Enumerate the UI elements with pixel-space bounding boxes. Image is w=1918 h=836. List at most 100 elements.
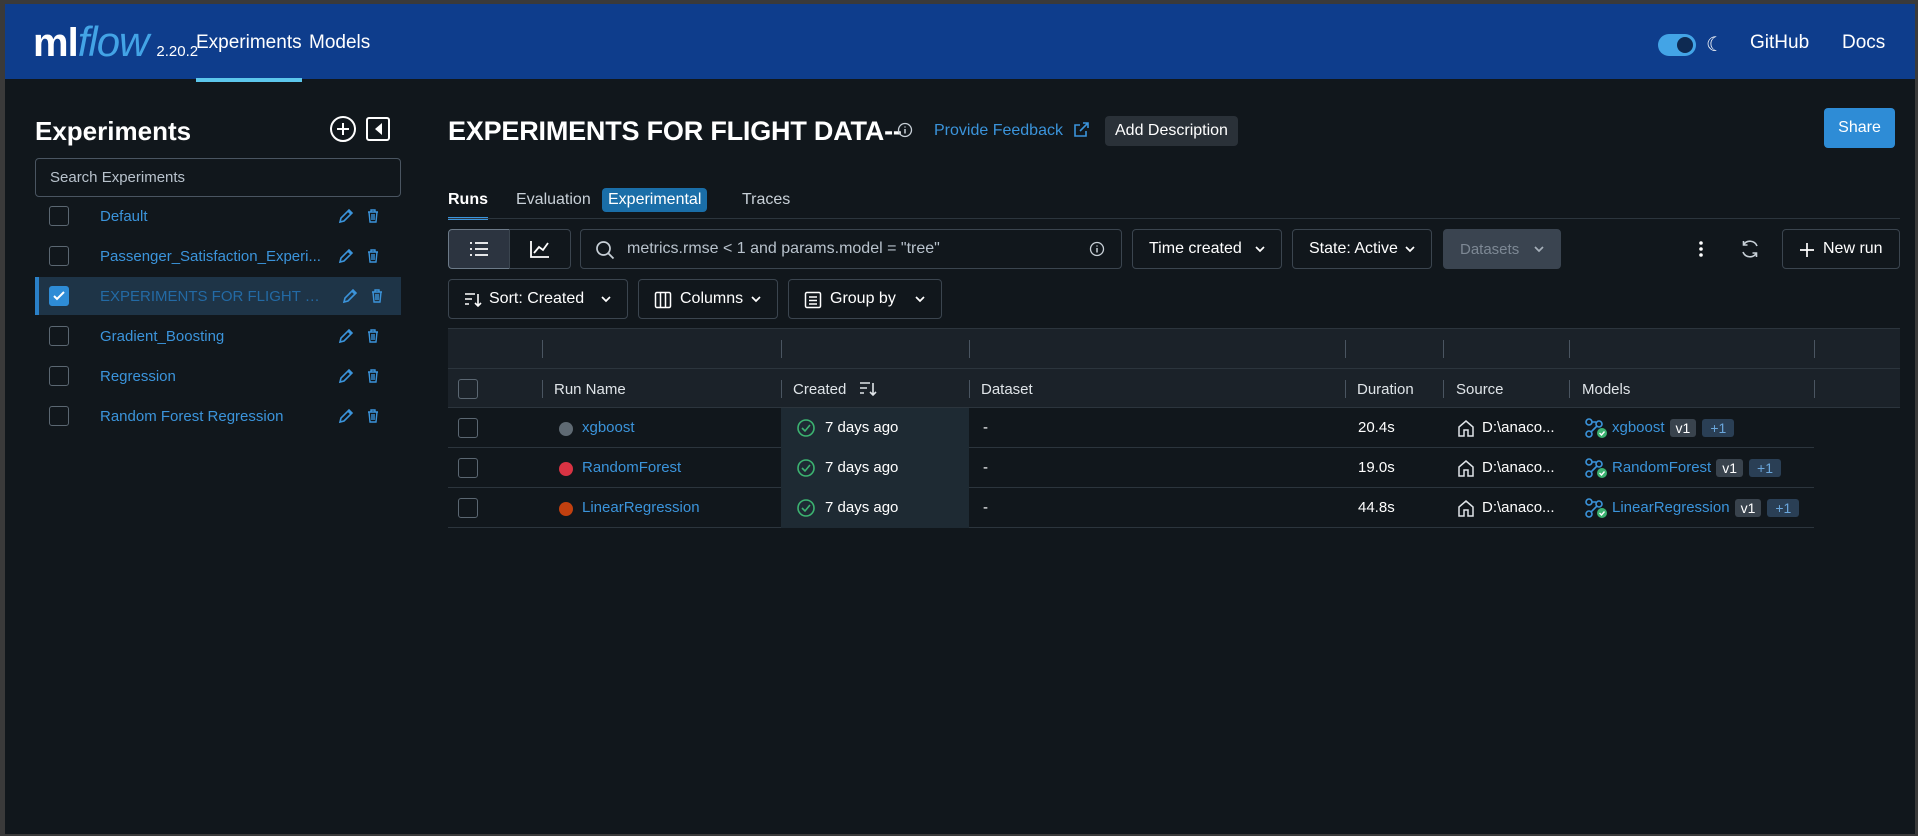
trash-icon[interactable] (365, 248, 381, 264)
check-icon (53, 291, 65, 301)
header-duration[interactable]: Duration (1357, 381, 1414, 398)
sidebar-item-random-forest-regression[interactable]: Random Forest Regression (35, 397, 401, 435)
pencil-icon[interactable] (337, 367, 355, 385)
experimental-badge: Experimental (602, 188, 708, 212)
pencil-icon[interactable] (341, 287, 359, 305)
header-run-name[interactable]: Run Name (554, 381, 626, 398)
duration-value: 44.8s (1358, 499, 1395, 516)
theme-toggle[interactable] (1658, 34, 1696, 56)
model-cell: LinearRegression v1 +1 (1612, 499, 1800, 518)
trash-icon[interactable] (369, 288, 385, 304)
more-options-icon[interactable] (1691, 239, 1711, 259)
state-dropdown[interactable]: State: Active (1292, 229, 1432, 269)
sidebar-item-label: EXPERIMENTS FOR FLIGHT D... (100, 287, 325, 305)
more-models-badge[interactable]: +1 (1749, 459, 1781, 478)
datasets-dropdown[interactable]: Datasets (1443, 229, 1561, 269)
run-name-link[interactable]: RandomForest (582, 459, 681, 476)
select-all-checkbox[interactable] (458, 379, 478, 399)
home-icon (1458, 420, 1474, 437)
checkbox[interactable] (49, 366, 69, 386)
tab-traces[interactable]: Traces (742, 191, 790, 209)
row-checkbox[interactable] (458, 498, 478, 518)
trash-icon[interactable] (365, 328, 381, 344)
run-color-dot[interactable] (559, 502, 573, 516)
mlflow-logo[interactable]: ml flow 2.20.2 (33, 18, 198, 66)
refresh-icon[interactable] (1739, 238, 1761, 260)
new-run-button[interactable]: New run (1782, 229, 1900, 269)
column-separator (542, 380, 543, 398)
run-name-link[interactable]: xgboost (582, 419, 635, 436)
group-by-dropdown[interactable]: Group by (788, 279, 942, 319)
sidebar-item-regression[interactable]: Regression (35, 357, 401, 395)
source-value[interactable]: D:\anaco... (1482, 499, 1555, 516)
created-value: 7 days ago (825, 499, 899, 516)
list-view-toggle[interactable] (448, 229, 510, 269)
duration-value: 20.4s (1358, 419, 1395, 436)
nav-docs[interactable]: Docs (1842, 32, 1885, 54)
info-icon[interactable] (1089, 241, 1105, 257)
column-separator (1345, 380, 1346, 398)
share-button[interactable]: Share (1824, 108, 1895, 148)
pencil-icon[interactable] (337, 247, 355, 265)
header-dataset[interactable]: Dataset (981, 381, 1033, 398)
sidebar-item-gradient-boosting[interactable]: Gradient_Boosting (35, 317, 401, 355)
checkbox[interactable] (49, 246, 69, 266)
model-link[interactable]: xgboost (1612, 419, 1665, 436)
tab-evaluation[interactable]: Evaluation (516, 191, 591, 209)
row-checkbox[interactable] (458, 418, 478, 438)
tab-runs[interactable]: Runs (448, 191, 488, 220)
nav-models[interactable]: Models (309, 32, 370, 54)
checkbox[interactable] (49, 326, 69, 346)
table-row[interactable]: RandomForest 7 days ago - 19.0s D:\anaco… (448, 448, 1814, 488)
version-badge[interactable]: v1 (1716, 459, 1744, 478)
sort-desc-icon[interactable] (858, 380, 878, 398)
pencil-icon[interactable] (337, 327, 355, 345)
sidebar-item-passenger[interactable]: Passenger_Satisfaction_Experi... (35, 237, 401, 275)
trash-icon[interactable] (365, 208, 381, 224)
sort-dropdown[interactable]: Sort: Created (448, 279, 628, 319)
model-link[interactable]: RandomForest (1612, 459, 1711, 476)
model-icon (1585, 418, 1607, 438)
run-color-dot[interactable] (559, 462, 573, 476)
version-badge[interactable]: v1 (1734, 499, 1762, 518)
runs-search-box[interactable] (580, 229, 1122, 269)
source-value[interactable]: D:\anaco... (1482, 459, 1555, 476)
pencil-icon[interactable] (337, 407, 355, 425)
checkbox-checked[interactable] (49, 286, 69, 306)
checkbox[interactable] (49, 406, 69, 426)
sidebar-item-flight[interactable]: EXPERIMENTS FOR FLIGHT D... (35, 277, 401, 315)
table-row[interactable]: xgboost 7 days ago - 20.4s D:\anaco... x… (448, 408, 1814, 448)
nav-github[interactable]: GitHub (1750, 32, 1809, 54)
columns-dropdown[interactable]: Columns (638, 279, 778, 319)
more-models-badge[interactable]: +1 (1702, 419, 1735, 438)
model-link[interactable]: LinearRegression (1612, 499, 1730, 516)
mlflow-window: ml flow 2.20.2 Experiments Models ☾ GitHu… (5, 4, 1915, 834)
row-checkbox[interactable] (458, 458, 478, 478)
header-created[interactable]: Created (793, 381, 846, 398)
pencil-icon[interactable] (337, 207, 355, 225)
create-experiment-icon[interactable] (329, 115, 357, 143)
run-name-link[interactable]: LinearRegression (582, 499, 700, 516)
info-icon[interactable] (897, 122, 913, 138)
table-row[interactable]: LinearRegression 7 days ago - 44.8s D:\a… (448, 488, 1814, 528)
runs-search-input[interactable] (627, 240, 1067, 258)
more-models-badge[interactable]: +1 (1767, 499, 1800, 518)
column-separator (1814, 380, 1815, 398)
nav-experiments[interactable]: Experiments (196, 32, 302, 82)
checkbox[interactable] (49, 206, 69, 226)
source-value[interactable]: D:\anaco... (1482, 419, 1555, 436)
chart-view-toggle[interactable] (509, 229, 571, 269)
external-link-icon[interactable] (1071, 120, 1091, 140)
add-description-button[interactable]: Add Description (1105, 116, 1238, 146)
collapse-sidebar-icon[interactable] (364, 115, 392, 143)
sidebar-item-default[interactable]: Default (35, 197, 401, 235)
time-created-dropdown[interactable]: Time created (1132, 229, 1282, 269)
header-models[interactable]: Models (1582, 381, 1630, 398)
trash-icon[interactable] (365, 408, 381, 424)
run-color-dot[interactable] (559, 422, 573, 436)
search-experiments-input[interactable] (35, 158, 401, 197)
provide-feedback-link[interactable]: Provide Feedback (934, 122, 1063, 140)
header-source[interactable]: Source (1456, 381, 1504, 398)
version-badge[interactable]: v1 (1669, 419, 1697, 438)
trash-icon[interactable] (365, 368, 381, 384)
